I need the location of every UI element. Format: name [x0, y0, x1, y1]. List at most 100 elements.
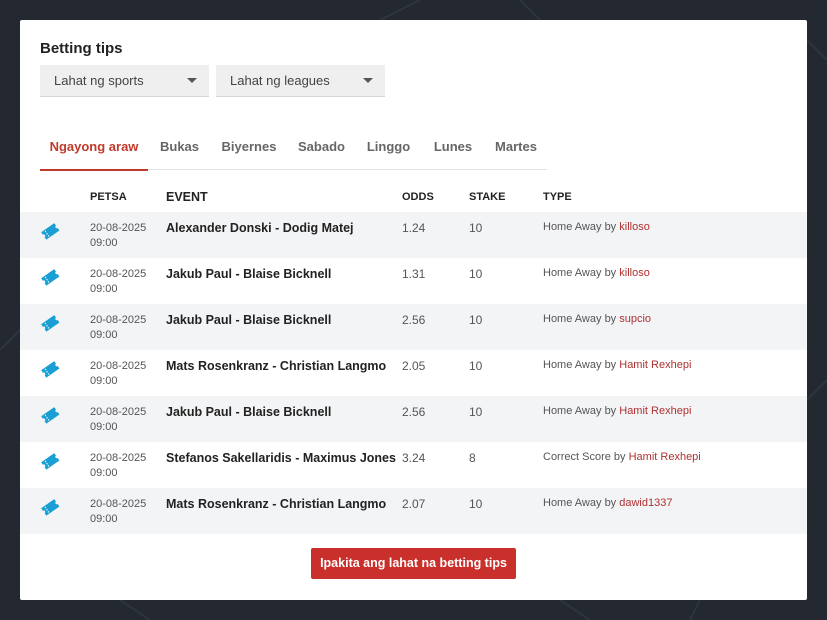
tab-saturday[interactable]: Sabado: [287, 124, 356, 170]
tipster-link[interactable]: Hamit Rexhepi: [619, 359, 691, 371]
leagues-dropdown-value: Lahat ng leagues: [230, 73, 330, 88]
tip-by-label: by: [604, 405, 617, 417]
ticket-icon: [40, 499, 60, 519]
tip-event[interactable]: Jakub Paul - Blaise Bicknell: [166, 304, 402, 350]
tip-by-label: by: [604, 359, 617, 371]
tip-type: Home Away by dawid1337: [543, 488, 807, 534]
tipster-link[interactable]: Hamit Rexhepi: [619, 405, 691, 417]
tip-date: 20-08-2025 09:00: [90, 304, 166, 350]
column-header-date: PETSA: [90, 190, 127, 203]
tab-friday[interactable]: Biyernes: [211, 124, 287, 170]
tab-today[interactable]: Ngayong araw: [40, 124, 148, 171]
page-title: Betting tips: [40, 40, 123, 57]
tip-type-label: Home Away: [543, 221, 602, 233]
tipster-link[interactable]: Hamit Rexhepi: [629, 451, 701, 463]
ticket-icon-cell: [20, 396, 90, 442]
column-header-stake: STAKE: [469, 191, 506, 203]
tip-type-label: Home Away: [543, 359, 602, 371]
tip-date-time: 09:00: [90, 467, 118, 479]
table-row[interactable]: 20-08-2025 09:00 Mats Rosenkranz - Christi…: [20, 488, 807, 534]
tip-odds: 2.56: [402, 396, 469, 442]
tip-by-label: by: [604, 497, 617, 509]
table-row[interactable]: 20-08-2025 09:00 Jakub Paul - Blaise Bickn…: [20, 396, 807, 442]
tip-date-time: 09:00: [90, 421, 118, 433]
ticket-icon-cell: [20, 258, 90, 304]
sports-dropdown-value: Lahat ng sports: [54, 73, 144, 88]
tip-type-label: Correct Score: [543, 451, 611, 463]
tip-date: 20-08-2025 09:00: [90, 442, 166, 488]
tipster-link[interactable]: killoso: [619, 221, 650, 233]
tip-stake: 10: [469, 488, 543, 534]
ticket-icon: [40, 223, 60, 243]
tip-date-time: 09:00: [90, 375, 118, 387]
icon-column-header: [20, 180, 90, 212]
tip-date: 20-08-2025 09:00: [90, 396, 166, 442]
tip-type: Home Away by killoso: [543, 212, 807, 258]
tab-sunday[interactable]: Linggo: [356, 124, 421, 170]
tip-event[interactable]: Mats Rosenkranz - Christian Langmo: [166, 488, 402, 534]
tip-type-label: Home Away: [543, 405, 602, 417]
tip-by-label: by: [604, 313, 617, 325]
tip-type-label: Home Away: [543, 313, 602, 325]
ticket-icon-cell: [20, 212, 90, 258]
betting-tips-card: Betting tips Lahat ng sports Lahat ng le…: [20, 20, 807, 600]
tip-type: Home Away by Hamit Rexhepi: [543, 350, 807, 396]
tips-table: PETSA EVENT ODDS STAKE TYPE 20-08-2025 09…: [20, 180, 807, 534]
show-all-tips-button[interactable]: Ipakita ang lahat na betting tips: [311, 548, 516, 579]
tab-tuesday[interactable]: Martes: [485, 124, 547, 170]
tip-date-day: 20-08-2025: [90, 498, 147, 510]
tip-odds: 2.56: [402, 304, 469, 350]
tip-odds: 3.24: [402, 442, 469, 488]
tip-date-time: 09:00: [90, 237, 118, 249]
table-row[interactable]: 20-08-2025 09:00 Jakub Paul - Blaise Bickn…: [20, 258, 807, 304]
table-row[interactable]: 20-08-2025 09:00 Alexander Donski - Dodig …: [20, 212, 807, 258]
tip-event[interactable]: Alexander Donski - Dodig Matej: [166, 212, 402, 258]
table-row[interactable]: 20-08-2025 09:00 Mats Rosenkranz - Christi…: [20, 350, 807, 396]
tip-stake: 10: [469, 396, 543, 442]
tip-date-day: 20-08-2025: [90, 268, 147, 280]
tipster-link[interactable]: dawid1337: [619, 497, 672, 509]
tip-event[interactable]: Jakub Paul - Blaise Bicknell: [166, 258, 402, 304]
table-row[interactable]: 20-08-2025 09:00 Jakub Paul - Blaise Bickn…: [20, 304, 807, 350]
tip-date: 20-08-2025 09:00: [90, 212, 166, 258]
caret-down-icon: [187, 78, 197, 83]
sports-dropdown[interactable]: Lahat ng sports: [40, 65, 209, 97]
tip-event[interactable]: Mats Rosenkranz - Christian Langmo: [166, 350, 402, 396]
tab-monday[interactable]: Lunes: [421, 124, 485, 170]
tip-type: Correct Score by Hamit Rexhepi: [543, 442, 807, 488]
tip-odds: 1.31: [402, 258, 469, 304]
caret-down-icon: [363, 78, 373, 83]
tipster-link[interactable]: killoso: [619, 267, 650, 279]
ticket-icon: [40, 315, 60, 335]
tipster-link[interactable]: supcio: [619, 313, 651, 325]
tip-by-label: by: [613, 451, 626, 463]
tip-type-label: Home Away: [543, 267, 602, 279]
tip-by-label: by: [604, 221, 617, 233]
tip-date-day: 20-08-2025: [90, 360, 147, 372]
day-tabs: Ngayong araw Bukas Biyernes Sabado Lingg…: [40, 124, 547, 171]
tip-by-label: by: [604, 267, 617, 279]
tip-odds: 1.24: [402, 212, 469, 258]
tip-event[interactable]: Jakub Paul - Blaise Bicknell: [166, 396, 402, 442]
tab-tomorrow[interactable]: Bukas: [148, 124, 211, 170]
tip-date: 20-08-2025 09:00: [90, 488, 166, 534]
tip-date-time: 09:00: [90, 283, 118, 295]
table-row[interactable]: 20-08-2025 09:00 Stefanos Sakellaridis - M…: [20, 442, 807, 488]
tip-stake: 10: [469, 212, 543, 258]
tip-date: 20-08-2025 09:00: [90, 350, 166, 396]
tip-date-time: 09:00: [90, 329, 118, 341]
tip-date: 20-08-2025 09:00: [90, 258, 166, 304]
tip-date-day: 20-08-2025: [90, 452, 147, 464]
tip-stake: 10: [469, 350, 543, 396]
tip-date-day: 20-08-2025: [90, 406, 147, 418]
ticket-icon-cell: [20, 304, 90, 350]
ticket-icon: [40, 269, 60, 289]
tip-odds: 2.07: [402, 488, 469, 534]
ticket-icon-cell: [20, 442, 90, 488]
column-header-odds: ODDS: [402, 191, 434, 203]
ticket-icon: [40, 453, 60, 473]
tip-stake: 10: [469, 304, 543, 350]
leagues-dropdown[interactable]: Lahat ng leagues: [216, 65, 385, 97]
tip-event[interactable]: Stefanos Sakellaridis - Maximus Jones: [166, 442, 402, 488]
column-header-event: EVENT: [166, 190, 208, 204]
